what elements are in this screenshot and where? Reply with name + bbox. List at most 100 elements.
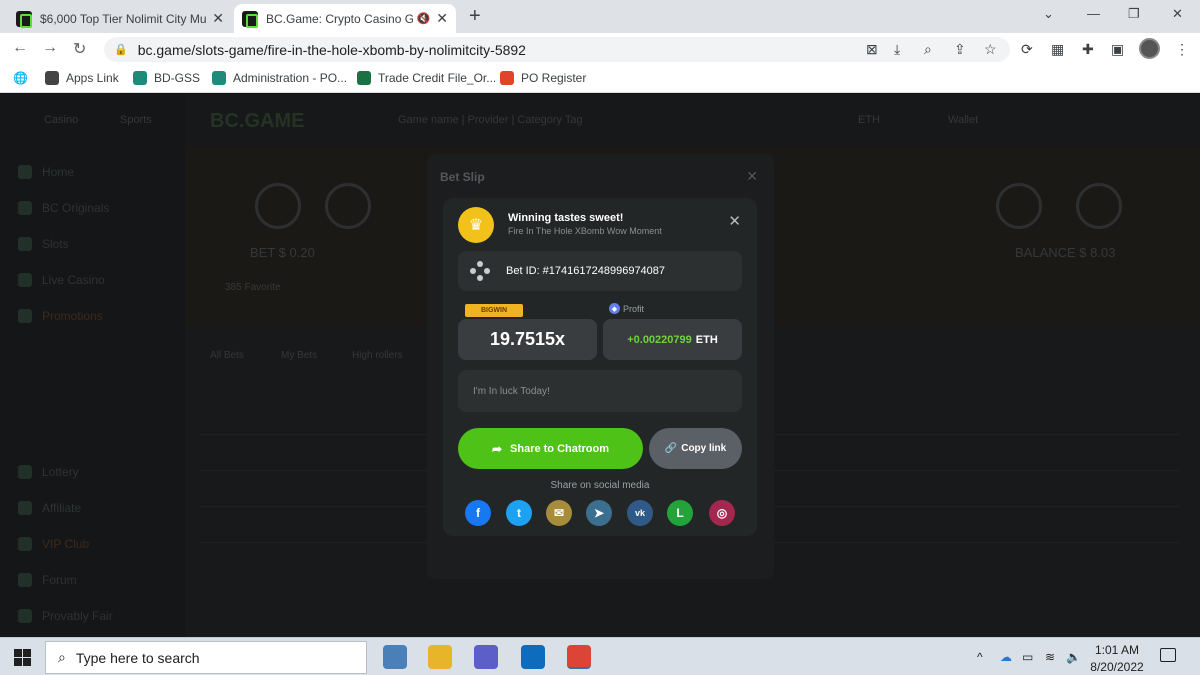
install-app-icon[interactable]: ⤓: [894, 41, 900, 58]
file-explorer-icon[interactable]: [428, 645, 452, 669]
windows-start-icon[interactable]: [14, 649, 31, 666]
line-icon[interactable]: L: [667, 500, 693, 526]
powerbi-icon: [500, 71, 514, 85]
sidebar-item-lottery[interactable]: Lottery: [18, 465, 79, 479]
sidebar-item-provably-fair[interactable]: Provably Fair: [18, 609, 113, 623]
back-icon[interactable]: ←: [12, 39, 28, 57]
profit-value: +0.00220799: [627, 333, 692, 346]
tab-nolimit[interactable]: $6,000 Top Tier Nolimit City Mult ✕: [8, 4, 232, 33]
bookmarks-bar: 🌐 Apps Link BD-GSS Administration - PO..…: [0, 65, 1200, 93]
email-icon[interactable]: ✉: [546, 500, 572, 526]
mute-sound-icon[interactable]: [255, 183, 301, 229]
zoom-icon[interactable]: ⌕: [924, 41, 932, 58]
minimize-button[interactable]: —: [1087, 6, 1100, 21]
bookmark-star-icon[interactable]: ☆: [984, 41, 997, 58]
close-tab-icon[interactable]: ✕: [436, 10, 448, 27]
windows-taskbar: ⌕ Type here to search ^ ☁ ▭ ≋ 🔈 1:01 AM …: [0, 637, 1200, 675]
tab-all-bets[interactable]: All Bets: [210, 350, 244, 361]
sharepoint-icon: [133, 71, 147, 85]
tab-strip: $6,000 Top Tier Nolimit City Mult ✕ BC.G…: [0, 0, 1200, 33]
profile-avatar[interactable]: [1139, 38, 1160, 59]
bookmark-po-register[interactable]: PO Register: [500, 71, 586, 85]
sports-tab[interactable]: Sports: [120, 114, 152, 126]
close-tab-icon[interactable]: ✕: [212, 10, 224, 27]
globe-icon[interactable]: 🌐: [13, 71, 28, 85]
tab-search-icon[interactable]: ⌄: [1043, 6, 1054, 22]
turbo-icon[interactable]: [1076, 183, 1122, 229]
menu-icon[interactable]: ⋮: [1175, 41, 1189, 58]
onedrive-icon[interactable]: ☁: [1000, 650, 1012, 664]
wallet-button[interactable]: Wallet: [948, 114, 978, 126]
apps-icon: [45, 71, 59, 85]
copy-link-button[interactable]: 🔗 Copy link: [649, 428, 742, 469]
favorite-count[interactable]: 385 Favorite: [225, 282, 281, 293]
side-panel-icon[interactable]: ▣: [1111, 41, 1124, 58]
bigwin-badge: BIGWIN: [465, 304, 523, 317]
close-icon[interactable]: ✕: [728, 212, 741, 230]
restore-button[interactable]: ❐: [1128, 6, 1140, 22]
sidebar-item-affiliate[interactable]: Affiliate: [18, 501, 81, 515]
sidebar-item-vip-club[interactable]: VIP Club: [18, 537, 89, 551]
share-to-chatroom-button[interactable]: ➦ Share to Chatroom: [458, 428, 643, 469]
new-tab-button[interactable]: +: [469, 5, 481, 28]
chrome-icon[interactable]: [567, 645, 591, 669]
volume-muted-icon[interactable]: 🔈: [1066, 650, 1081, 664]
sidebar-item-bc-originals[interactable]: BC Originals: [18, 201, 109, 215]
profit-currency: ETH: [695, 333, 718, 346]
wifi-icon[interactable]: ≋: [1045, 650, 1055, 664]
blocked-popup-icon[interactable]: ⊠: [866, 41, 878, 58]
taskbar-search-input[interactable]: ⌕ Type here to search: [45, 641, 367, 674]
forward-icon[interactable]: →: [42, 39, 58, 57]
casino-tab[interactable]: Casino: [44, 114, 78, 126]
reload-icon[interactable]: ↻: [73, 39, 86, 59]
bet-id: Bet ID: #1741617248996974087: [506, 265, 666, 277]
url-text: bc.game/slots-game/fire-in-the-hole-xbom…: [137, 41, 526, 58]
instagram-icon[interactable]: ◎: [709, 500, 735, 526]
outlook-icon[interactable]: [521, 645, 545, 669]
twitter-icon[interactable]: t: [506, 500, 532, 526]
currency-selector[interactable]: ETH: [858, 114, 880, 126]
vk-icon[interactable]: vk: [627, 500, 653, 526]
bookmark-apps-link[interactable]: Apps Link: [45, 71, 119, 85]
coin-icon[interactable]: [325, 183, 371, 229]
tray-overflow-icon[interactable]: ^: [977, 650, 983, 664]
teams-icon[interactable]: [474, 645, 498, 669]
game-search-input[interactable]: Game name | Provider | Category Tag: [398, 114, 583, 126]
sidebar-item-promotions[interactable]: Promotions: [18, 309, 103, 323]
bookmark-bd-gss[interactable]: BD-GSS: [133, 71, 200, 85]
play-icon[interactable]: [996, 183, 1042, 229]
bookmark-administration[interactable]: Administration - PO...: [212, 71, 347, 85]
share-social-label: Share on social media: [550, 480, 650, 491]
sidebar-item-forum[interactable]: Forum: [18, 573, 77, 587]
sidebar-item-home[interactable]: Home: [18, 165, 74, 179]
muted-audio-icon[interactable]: 🔇: [417, 12, 431, 25]
bet-slip-close-icon[interactable]: ✕: [746, 168, 758, 185]
close-window-button[interactable]: ✕: [1172, 6, 1183, 22]
bcgame-logo: BC.GAME: [210, 110, 305, 132]
system-clock[interactable]: 1:01 AM 8/20/2022: [1084, 642, 1150, 675]
tab-bcgame[interactable]: BC.Game: Crypto Casino Gan 🔇 ✕: [234, 4, 456, 33]
notifications-icon[interactable]: [1160, 648, 1176, 662]
link-icon: 🔗: [664, 443, 678, 454]
clock-time: 1:01 AM: [1094, 643, 1140, 657]
search-icon: ⌕: [58, 649, 66, 665]
facebook-icon[interactable]: f: [465, 500, 491, 526]
lock-icon[interactable]: 🔒: [114, 43, 128, 56]
win-subtitle: Fire In The Hole XBomb Wow Moment: [508, 226, 662, 236]
bookmark-trade-credit[interactable]: Trade Credit File_Or...: [357, 71, 496, 85]
sidebar-item-slots[interactable]: Slots: [18, 237, 69, 251]
tab-high-rollers[interactable]: High rollers: [352, 350, 403, 361]
qr-extension-icon[interactable]: ▦: [1051, 41, 1064, 58]
profit-label: ◆ Profit: [609, 303, 644, 314]
tab-my-bets[interactable]: My Bets: [281, 350, 317, 361]
message-input[interactable]: I'm In luck Today!: [458, 370, 742, 412]
extensions-icon[interactable]: ✚: [1082, 41, 1094, 58]
battery-icon[interactable]: ▭: [1022, 650, 1033, 664]
multiplier-value: 19.7515x: [458, 319, 597, 360]
sidebar-item-live-casino[interactable]: Live Casino: [18, 273, 105, 287]
sync-extension-icon[interactable]: ⟳: [1021, 41, 1033, 58]
share-icon[interactable]: ⇪: [954, 41, 966, 58]
file-manager-icon[interactable]: [383, 645, 407, 669]
excel-icon: [357, 71, 371, 85]
telegram-icon[interactable]: ➤: [586, 500, 612, 526]
